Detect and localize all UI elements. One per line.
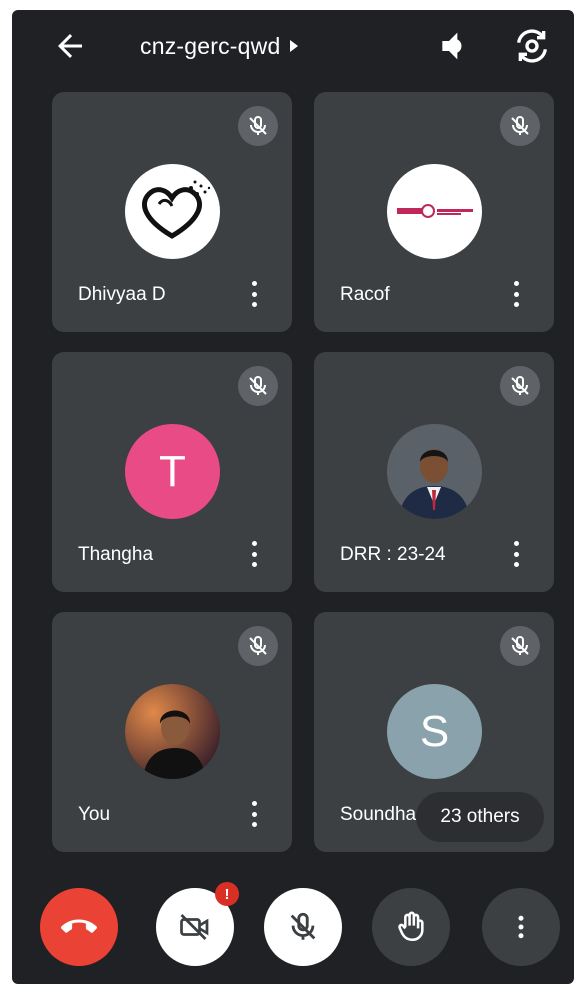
camera-alert-badge: ! xyxy=(215,882,239,906)
avatar xyxy=(125,164,220,259)
avatar: S xyxy=(387,684,482,779)
call-end-icon xyxy=(61,919,97,933)
others-chip[interactable]: 23 others xyxy=(416,792,544,842)
arrow-back-icon xyxy=(58,34,82,58)
more-vert-icon xyxy=(518,915,524,939)
speaker-button[interactable] xyxy=(434,26,474,66)
mic-off-icon xyxy=(511,376,529,395)
top-bar: cnz-gerc-qwd xyxy=(12,10,574,80)
mic-off-icon xyxy=(290,912,316,940)
muted-indicator xyxy=(500,106,540,146)
more-options-button[interactable] xyxy=(244,798,264,830)
more-options-button[interactable] xyxy=(506,538,526,570)
participant-name: DRR : 23-24 xyxy=(340,544,446,565)
more-options-button[interactable] xyxy=(482,888,560,966)
more-options-button[interactable] xyxy=(506,278,526,310)
muted-indicator xyxy=(500,366,540,406)
call-controls: ! xyxy=(12,882,574,984)
participant-name: Thangha xyxy=(78,544,154,565)
heart-logo-image xyxy=(142,180,211,239)
participant-name: Soundhar xyxy=(340,804,423,825)
rotaract-logo-image xyxy=(397,204,473,218)
participant-name: You xyxy=(78,804,111,825)
man-photo xyxy=(125,684,220,779)
more-options-button[interactable] xyxy=(244,278,264,310)
participant-name: Dhivyaa D xyxy=(78,284,166,305)
raise-hand-button[interactable] xyxy=(372,888,450,966)
mic-off-icon xyxy=(249,376,267,395)
volume-icon xyxy=(442,32,462,60)
avatar: T xyxy=(125,424,220,519)
muted-indicator xyxy=(238,366,278,406)
mic-off-icon xyxy=(249,116,267,135)
participant-tile[interactable]: Racof xyxy=(314,92,554,332)
flip-camera-icon xyxy=(517,29,547,63)
switch-camera-button[interactable] xyxy=(512,26,552,66)
avatar-letter: S xyxy=(419,706,450,756)
participant-tile[interactable]: Dhivyaa D xyxy=(52,92,292,332)
videocam-off-icon xyxy=(180,914,209,940)
hand-icon xyxy=(398,911,424,942)
muted-indicator xyxy=(238,626,278,666)
participant-tile[interactable]: DRR : 23-24 xyxy=(314,352,554,592)
meet-screen: cnz-gerc-qwd Dhivyaa D Racof T Thangha D… xyxy=(12,10,574,984)
mic-off-icon xyxy=(511,636,529,655)
mic-off-icon xyxy=(511,116,529,135)
back-button[interactable] xyxy=(52,28,88,64)
end-call-button[interactable] xyxy=(40,888,118,966)
man-in-suit-photo xyxy=(387,424,482,519)
muted-indicator xyxy=(238,106,278,146)
chevron-right-icon xyxy=(290,40,299,52)
avatar-letter: T xyxy=(159,446,186,496)
participant-tile[interactable]: You xyxy=(52,612,292,852)
participant-name: Racof xyxy=(340,284,390,305)
meeting-code: cnz-gerc-qwd xyxy=(140,32,281,59)
meeting-code-button[interactable]: cnz-gerc-qwd xyxy=(140,28,299,64)
muted-indicator xyxy=(500,626,540,666)
others-label: 23 others xyxy=(440,806,520,827)
avatar xyxy=(125,684,220,779)
mic-toggle-button[interactable] xyxy=(264,888,342,966)
more-options-button[interactable] xyxy=(244,538,264,570)
participant-tile[interactable]: T Thangha xyxy=(52,352,292,592)
mic-off-icon xyxy=(249,636,267,655)
avatar xyxy=(387,164,482,259)
avatar xyxy=(387,424,482,519)
